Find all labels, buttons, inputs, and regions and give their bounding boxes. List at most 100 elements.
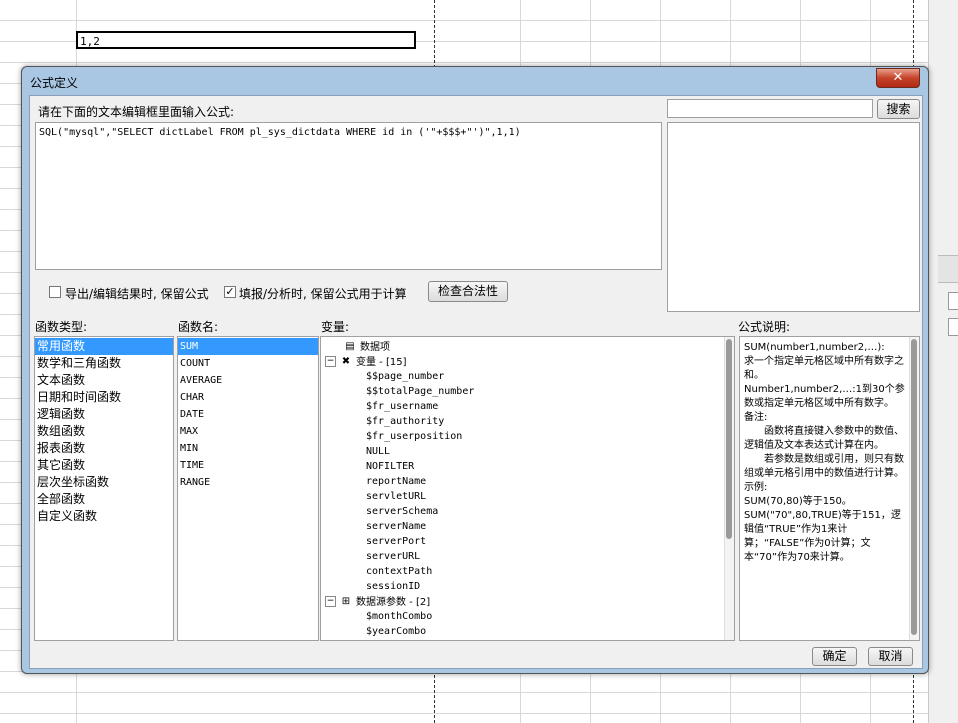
tree-node-parameter[interactable]: $yearCombo <box>321 624 734 639</box>
description-line: SUM(number1,number2,…): <box>744 342 885 353</box>
cancel-button[interactable]: 取消 <box>868 647 913 666</box>
search-button[interactable]: 搜索 <box>877 99 920 119</box>
tree-node-label: $$totalPage_number <box>366 386 475 397</box>
dialog-titlebar[interactable]: 公式定义 ✕ <box>22 67 928 95</box>
function-type-item[interactable]: 自定义函数 <box>35 508 173 525</box>
tree-node-data-item[interactable]: ▤ 数据项 <box>321 339 734 354</box>
tree-node-label: serverName <box>366 521 427 532</box>
tree-node-variable[interactable]: $$page_number <box>321 369 734 384</box>
function-name-item[interactable]: AVERAGE <box>178 372 318 389</box>
tree-node-variable[interactable]: NOFILTER <box>321 459 734 474</box>
description-panel: SUM(number1,number2,…): 求一个指定单元格区域中所有数字之和… <box>739 336 920 641</box>
ok-button[interactable]: 确定 <box>812 647 857 666</box>
function-name-item[interactable]: DATE <box>178 406 318 423</box>
tree-node-variable[interactable]: sessionID <box>321 579 734 594</box>
tree-node-variable[interactable]: $$totalPage_number <box>321 384 734 399</box>
close-icon: ✕ <box>892 70 904 85</box>
formula-dialog: 公式定义 ✕ 请在下面的文本编辑框里面输入公式: SQL("mysql","SE… <box>21 66 929 674</box>
function-name-item[interactable]: SUM <box>178 338 318 355</box>
function-type-item[interactable]: 逻辑函数 <box>35 406 173 423</box>
tree-node-label: $fr_authority <box>366 416 445 427</box>
tree-node-variable-group[interactable]: − ✖ 变量 - [15] <box>321 354 734 369</box>
tree-node-label: servletURL <box>366 491 427 502</box>
tree-node-label: serverPort <box>366 536 427 547</box>
function-type-item[interactable]: 日期和时间函数 <box>35 389 173 406</box>
function-type-label: 函数类型: <box>35 320 88 334</box>
function-type-item[interactable]: 数学和三角函数 <box>35 355 173 372</box>
tree-node-label: NULL <box>366 446 391 457</box>
function-name-list[interactable]: SUM COUNT AVERAGE CHAR DATE MAX MIN TIME RANGE <box>177 336 319 641</box>
tree-node-label: 数据项 <box>360 341 390 353</box>
description-line: 函数将直接键入参数中的数值、逻辑值及文本表达式计算在内。 <box>744 426 904 451</box>
close-button[interactable]: ✕ <box>876 68 920 88</box>
data-item-icon: ▤ <box>345 341 355 352</box>
tree-node-label: 数据源参数 - [2] <box>356 596 431 608</box>
tree-node-variable[interactable]: serverURL <box>321 549 734 564</box>
function-name-item[interactable]: COUNT <box>178 355 318 372</box>
tree-node-label: reportName <box>366 476 427 487</box>
check-validity-button[interactable]: 检查合法性 <box>428 281 508 302</box>
function-type-item[interactable]: 全部函数 <box>35 491 173 508</box>
tree-node-label: NOFILTER <box>366 461 415 472</box>
tree-node-label: serverURL <box>366 551 421 562</box>
side-panel-field[interactable] <box>948 318 958 336</box>
selected-cell[interactable]: 1,2 <box>76 31 416 49</box>
search-input[interactable] <box>667 99 873 118</box>
side-panel-field[interactable] <box>948 292 958 310</box>
tree-node-variable[interactable]: serverSchema <box>321 504 734 519</box>
function-type-item[interactable]: 层次坐标函数 <box>35 474 173 491</box>
tree-node-variable[interactable]: serverPort <box>321 534 734 549</box>
tree-node-variable[interactable]: servletURL <box>321 489 734 504</box>
function-type-item[interactable]: 报表函数 <box>35 440 173 457</box>
function-name-item[interactable]: MIN <box>178 440 318 457</box>
function-type-item[interactable]: 数组函数 <box>35 423 173 440</box>
description-line: SUM(70,80)等于150。 <box>744 496 852 507</box>
tree-node-label: $monthCombo <box>366 611 433 622</box>
keep-formula-export-checkbox[interactable] <box>49 286 61 298</box>
expand-toggle-icon[interactable]: − <box>325 596 336 607</box>
tree-node-label: 变量 - [15] <box>356 356 407 368</box>
description-scrollbar[interactable] <box>909 337 919 640</box>
function-name-item[interactable]: TIME <box>178 457 318 474</box>
tree-node-label: $fr_username <box>366 401 439 412</box>
dialog-body: 请在下面的文本编辑框里面输入公式: SQL("mysql","SELECT di… <box>29 95 923 669</box>
description-line: Number1,number2,…:1到30个参数或指定单元格区域中所有数字。 <box>744 384 905 409</box>
tree-node-variable[interactable]: contextPath <box>321 564 734 579</box>
tree-node-label: $$page_number <box>366 371 445 382</box>
tree-node-parameter[interactable]: $monthCombo <box>321 609 734 624</box>
dialog-title: 公式定义 <box>30 76 79 90</box>
scroll-thumb[interactable] <box>726 339 732 539</box>
tree-node-variable[interactable]: reportName <box>321 474 734 489</box>
scroll-thumb[interactable] <box>911 339 917 635</box>
function-name-item[interactable]: RANGE <box>178 474 318 491</box>
tree-node-variable[interactable]: NULL <box>321 444 734 459</box>
variable-tree-scrollbar[interactable] <box>724 337 734 640</box>
function-name-item[interactable]: CHAR <box>178 389 318 406</box>
tree-node-label: serverSchema <box>366 506 439 517</box>
expand-toggle-icon[interactable]: − <box>325 356 336 367</box>
variable-tree[interactable]: ▤ 数据项 − ✖ 变量 - [15] $$page_number $$totalPage_… <box>320 336 735 641</box>
search-results-panel[interactable] <box>667 122 920 312</box>
function-name-item[interactable]: MAX <box>178 423 318 440</box>
keep-formula-fill-label: 填报/分析时, 保留公式用于计算 <box>239 287 407 301</box>
keep-formula-fill-checkbox[interactable]: ✓ <box>224 286 236 298</box>
function-type-item[interactable]: 文本函数 <box>35 372 173 389</box>
description-line: 示例: <box>744 482 768 493</box>
formula-editor[interactable]: SQL("mysql","SELECT dictLabel FROM pl_sy… <box>35 122 662 270</box>
datasource-param-icon: ⊞ <box>341 596 351 607</box>
function-name-label: 函数名: <box>178 320 219 334</box>
function-type-list[interactable]: 常用函数 数学和三角函数 文本函数 日期和时间函数 逻辑函数 数组函数 报表函数 其它函数 层次… <box>34 336 174 641</box>
tree-node-label: $fr_userposition <box>366 431 463 442</box>
description-line: 求一个指定单元格区域中所有数字之和。 <box>744 356 904 381</box>
keep-formula-export-label: 导出/编辑结果时, 保留公式 <box>65 287 209 301</box>
tree-node-variable[interactable]: $fr_username <box>321 399 734 414</box>
function-type-item[interactable]: 常用函数 <box>35 338 173 355</box>
description-label: 公式说明: <box>738 320 791 334</box>
tree-node-variable[interactable]: $fr_userposition <box>321 429 734 444</box>
tree-node-datasource-group[interactable]: − ⊞ 数据源参数 - [2] <box>321 594 734 609</box>
tree-node-variable[interactable]: $fr_authority <box>321 414 734 429</box>
tree-node-variable[interactable]: serverName <box>321 519 734 534</box>
right-side-panel <box>928 0 958 723</box>
description-line: 备注: <box>744 412 768 423</box>
function-type-item[interactable]: 其它函数 <box>35 457 173 474</box>
